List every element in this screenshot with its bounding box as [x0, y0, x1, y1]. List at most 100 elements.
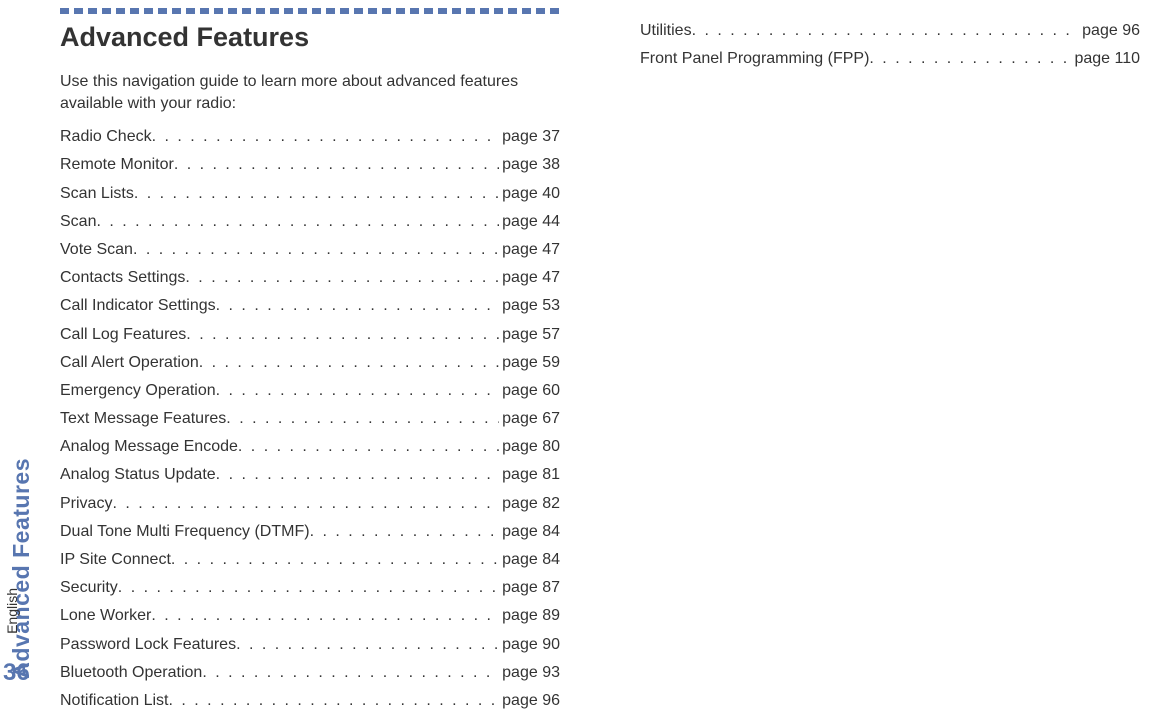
toc-row: Call Indicator Settings page 53 [60, 297, 560, 315]
toc-leader-dots [133, 241, 499, 259]
toc-label: Dual Tone Multi Frequency (DTMF) [60, 523, 310, 541]
toc-row: Analog Status Update page 81 [60, 466, 560, 484]
toc-leader-dots [238, 438, 499, 456]
toc-page: page 87 [499, 579, 560, 597]
toc-page: page 60 [499, 382, 560, 400]
toc-leader-dots [226, 410, 499, 428]
toc-label: Bluetooth Operation [60, 664, 202, 682]
toc-label: Text Message Features [60, 410, 226, 428]
toc-leader-dots [112, 495, 499, 513]
toc-page: page 89 [499, 607, 560, 625]
toc-row: Utilities page 96 [640, 22, 1140, 40]
toc-page: page 80 [499, 438, 560, 456]
toc-page: page 93 [499, 664, 560, 682]
toc-label: Call Indicator Settings [60, 297, 216, 315]
toc-leader-dots [96, 213, 499, 231]
toc-page: page 38 [499, 156, 560, 174]
toc-page: page 59 [499, 354, 560, 372]
side-tab-label: Advanced Features [8, 458, 35, 679]
toc-label: Front Panel Programming (FPP) [640, 50, 869, 68]
side-language-label: English [4, 588, 20, 634]
toc-row: Remote Monitor page 38 [60, 156, 560, 174]
toc-page: page 67 [499, 410, 560, 428]
toc-page: page 47 [499, 241, 560, 259]
toc-page: page 84 [499, 523, 560, 541]
decorative-rule [60, 8, 560, 14]
content-area: Advanced Features Use this navigation gu… [60, 22, 1143, 689]
toc-page: page 40 [499, 185, 560, 203]
toc-label: Notification List [60, 692, 169, 710]
toc-page: page 53 [499, 297, 560, 315]
toc-row: IP Site Connect page 84 [60, 551, 560, 569]
toc-leader-dots [216, 382, 500, 400]
toc-row: Vote Scan page 47 [60, 241, 560, 259]
toc-page: page 96 [1079, 22, 1140, 40]
toc-row: Dual Tone Multi Frequency (DTMF) page 84 [60, 523, 560, 541]
toc-label: Contacts Settings [60, 269, 185, 287]
toc-leader-dots [310, 523, 500, 541]
toc-page: page 57 [499, 326, 560, 344]
toc-page: page 84 [499, 551, 560, 569]
toc-page: page 110 [1071, 50, 1140, 68]
toc-label: Call Alert Operation [60, 354, 199, 372]
toc-leader-dots [199, 354, 499, 372]
toc-page: page 44 [499, 213, 560, 231]
toc-row: Privacypage 82 [60, 495, 560, 513]
toc-leader-dots [151, 607, 499, 625]
column-right: Utilities page 96 Front Panel Programming … [640, 22, 1140, 689]
intro-text: Use this navigation guide to learn more … [60, 71, 560, 114]
toc-page: page 90 [499, 636, 560, 654]
toc-label: Scan Lists [60, 185, 134, 203]
toc-list-col2: Utilities page 96 Front Panel Programming … [640, 22, 1140, 68]
section-title: Advanced Features [60, 22, 560, 53]
toc-label: Scan [60, 213, 96, 231]
toc-leader-dots [171, 551, 499, 569]
toc-leader-dots [118, 579, 499, 597]
toc-row: Notification List page 96 [60, 692, 560, 710]
toc-row: Call Log Features page 57 [60, 326, 560, 344]
toc-label: Utilities [640, 22, 692, 40]
toc-page: page 96 [499, 692, 560, 710]
toc-row: Text Message Features page 67 [60, 410, 560, 428]
toc-label: Analog Status Update [60, 466, 216, 484]
toc-label: Password Lock Features [60, 636, 236, 654]
toc-page: page 37 [499, 128, 560, 146]
toc-label: Emergency Operation [60, 382, 216, 400]
toc-label: Call Log Features [60, 326, 186, 344]
toc-label: Analog Message Encode [60, 438, 238, 456]
toc-leader-dots [185, 269, 499, 287]
toc-row: Scan Lists page 40 [60, 185, 560, 203]
toc-leader-dots [236, 636, 499, 654]
toc-page: page 82 [499, 495, 560, 513]
toc-leader-dots [152, 128, 500, 146]
toc-label: Vote Scan [60, 241, 133, 259]
toc-row: Call Alert Operation page 59 [60, 354, 560, 372]
toc-list-col1: Radio Check page 37 Remote Monitor page 38 S… [60, 128, 560, 710]
toc-leader-dots [216, 466, 499, 484]
toc-leader-dots [692, 22, 1080, 40]
toc-row: Bluetooth Operation page 93 [60, 664, 560, 682]
toc-row: Analog Message Encode page 80 [60, 438, 560, 456]
toc-label: Remote Monitor [60, 156, 174, 174]
toc-leader-dots [216, 297, 500, 315]
page-number: 36 [3, 659, 30, 687]
toc-page: page 47 [499, 269, 560, 287]
toc-label: Radio Check [60, 128, 152, 146]
toc-label: Lone Worker [60, 607, 151, 625]
toc-row: Emergency Operation page 60 [60, 382, 560, 400]
column-left: Advanced Features Use this navigation gu… [60, 22, 560, 689]
toc-page: page 81 [499, 466, 560, 484]
toc-leader-dots [186, 326, 499, 344]
toc-label: Security [60, 579, 118, 597]
toc-leader-dots [202, 664, 499, 682]
toc-row: Front Panel Programming (FPP) page 110 [640, 50, 1140, 68]
toc-label: IP Site Connect [60, 551, 171, 569]
toc-leader-dots [174, 156, 499, 174]
toc-row: Password Lock Features page 90 [60, 636, 560, 654]
toc-leader-dots [169, 692, 500, 710]
toc-row: Radio Check page 37 [60, 128, 560, 146]
toc-row: Lone Worker page 89 [60, 607, 560, 625]
toc-row: Security page 87 [60, 579, 560, 597]
toc-row: Scan page 44 [60, 213, 560, 231]
toc-row: Contacts Settings page 47 [60, 269, 560, 287]
